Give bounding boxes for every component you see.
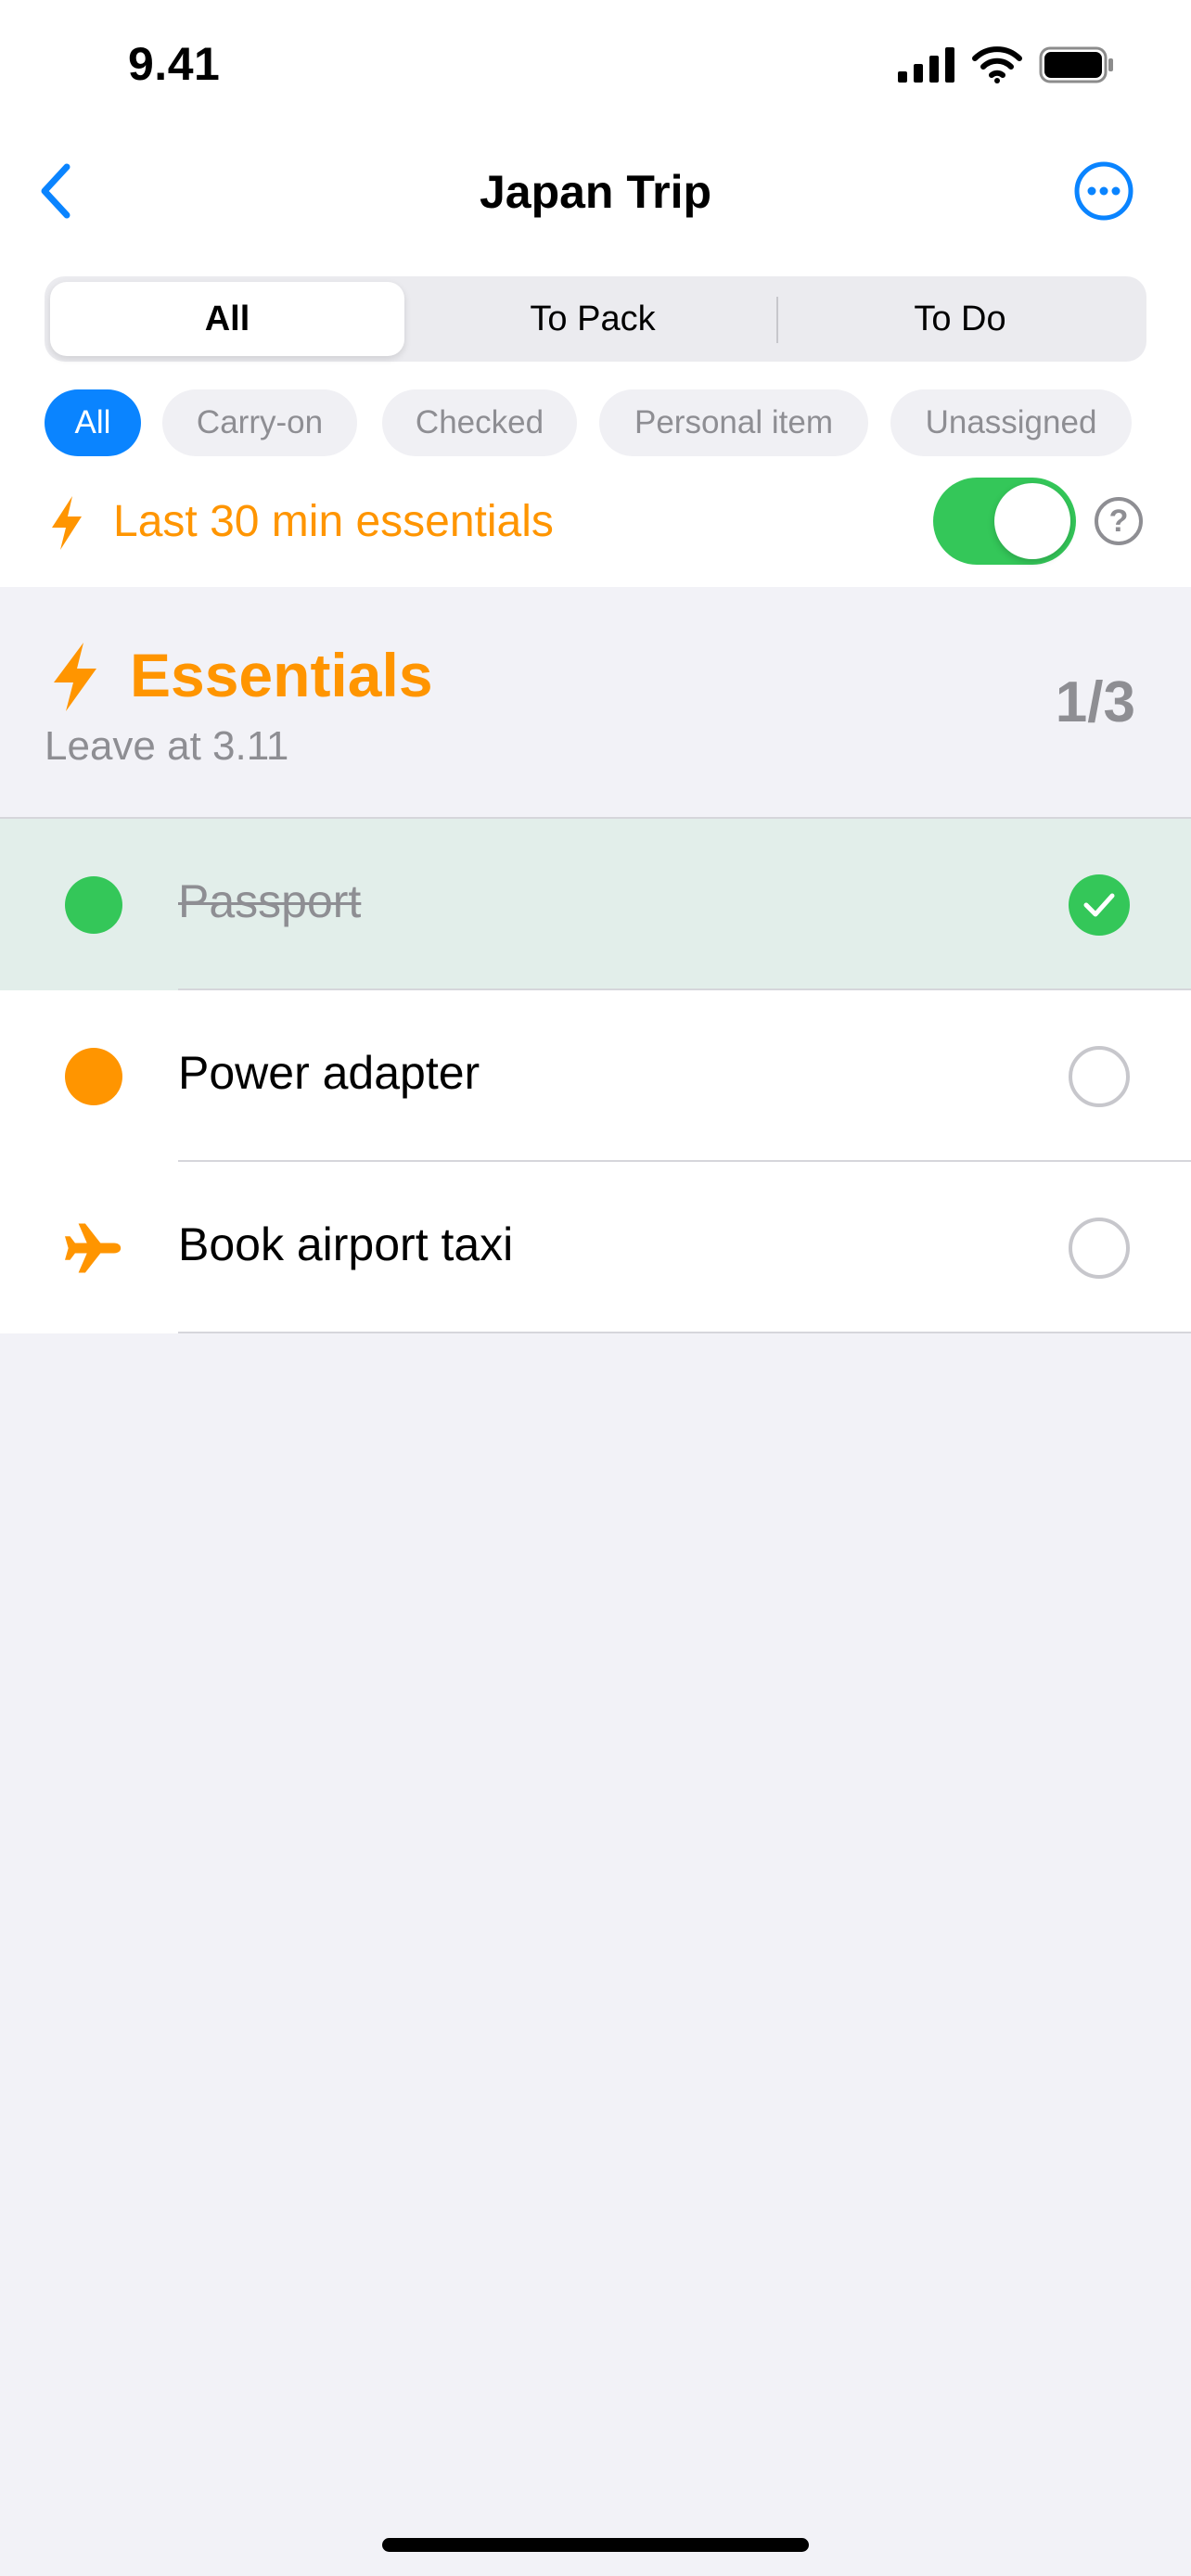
segment-to-do[interactable]: To Do	[779, 282, 1141, 356]
item-type-icon	[65, 1219, 122, 1277]
item-status-dot	[65, 1048, 122, 1105]
item-status-dot	[65, 876, 122, 934]
status-icons	[898, 46, 1115, 83]
home-indicator[interactable]	[382, 2538, 809, 2552]
cellular-signal-icon	[898, 47, 954, 83]
item-label: Passport	[178, 875, 362, 927]
item-checkbox[interactable]	[1069, 1218, 1130, 1279]
bolt-icon	[52, 496, 82, 550]
section-bolt-icon	[54, 643, 96, 711]
battery-icon	[1039, 46, 1113, 83]
item-label: Book airport taxi	[178, 1218, 514, 1270]
section-title: Essentials	[130, 641, 433, 709]
segmented-control: All To Pack To Do	[45, 276, 1146, 362]
section-progress-count: 1/3	[1055, 670, 1135, 734]
checkmark-icon	[1083, 893, 1115, 917]
item-checkbox[interactable]	[1069, 874, 1130, 936]
list-item[interactable]: Book airport taxi	[0, 1162, 1191, 1333]
wifi-icon	[972, 46, 1022, 83]
essentials-toggle-label: Last 30 min essentials	[113, 497, 554, 546]
segment-to-pack[interactable]: To Pack	[412, 282, 774, 356]
ellipsis-circle-icon	[1074, 161, 1133, 221]
green-dot-icon	[65, 876, 122, 934]
essentials-toggle[interactable]	[933, 478, 1076, 565]
question-mark-icon: ?	[1108, 503, 1129, 539]
item-checkbox[interactable]	[1069, 1046, 1130, 1107]
airplane-icon	[65, 1223, 122, 1273]
page-title: Japan Trip	[479, 166, 712, 218]
row-separator	[178, 1332, 1191, 1333]
status-time: 9.41	[128, 38, 221, 90]
chip-all[interactable]: All	[45, 389, 141, 456]
chip-personal-item[interactable]: Personal item	[599, 389, 868, 456]
chip-carry-on[interactable]: Carry-on	[162, 389, 357, 456]
chip-unassigned[interactable]: Unassigned	[890, 389, 1132, 456]
chip-checked[interactable]: Checked	[382, 389, 577, 456]
orange-dot-icon	[65, 1048, 122, 1105]
list-item[interactable]: Power adapter	[0, 990, 1191, 1162]
section-subtitle: Leave at 3.11	[45, 723, 289, 769]
help-button[interactable]: ?	[1095, 497, 1143, 545]
segment-divider	[776, 297, 778, 343]
app-screen: 9.41 Japan Trip All To Pack To Do All Ca…	[0, 0, 1191, 2576]
toggle-knob	[994, 483, 1070, 559]
more-options-button[interactable]	[1074, 161, 1133, 221]
top-panel: 9.41 Japan Trip All To Pack To Do All Ca…	[0, 0, 1191, 587]
checklist: Passport Power adapter Book airport taxi	[0, 819, 1191, 1333]
list-item[interactable]: Passport	[0, 819, 1191, 990]
segment-all[interactable]: All	[50, 282, 404, 356]
item-label: Power adapter	[178, 1047, 480, 1099]
